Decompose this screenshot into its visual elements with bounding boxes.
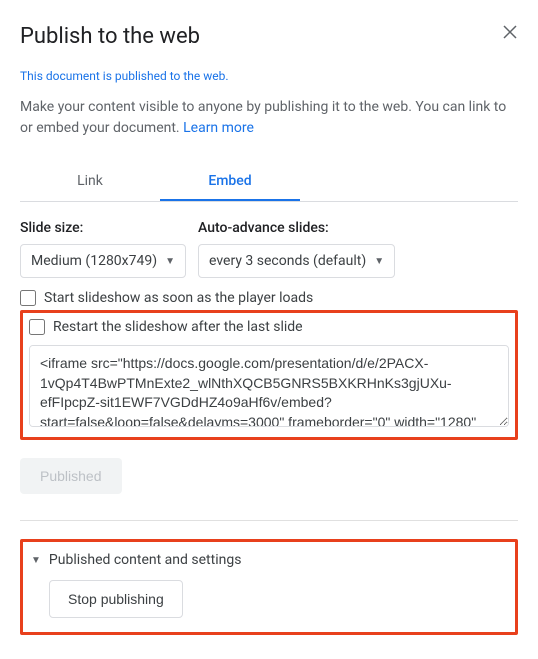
checkbox-restart-slideshow[interactable]: Restart the slideshow after the last sli… (29, 319, 509, 335)
slide-size-label: Slide size: (20, 220, 186, 236)
description-body: Make your content visible to anyone by p… (20, 99, 506, 136)
published-content-expander[interactable]: ▼ Published content and settings (31, 552, 507, 568)
tabs: Link Embed (20, 163, 518, 202)
checkbox-start-slideshow[interactable]: Start slideshow as soon as the player lo… (20, 290, 518, 306)
checkbox-restart-input[interactable] (29, 319, 45, 335)
checkbox-restart-label: Restart the slideshow after the last sli… (53, 319, 303, 335)
auto-advance-label: Auto-advance slides: (198, 220, 395, 236)
close-button[interactable] (502, 24, 518, 44)
close-icon (502, 24, 518, 40)
chevron-down-icon: ▼ (165, 256, 175, 267)
checkbox-start-input[interactable] (20, 290, 36, 306)
highlight-embed-box: Restart the slideshow after the last sli… (20, 310, 518, 440)
auto-advance-value: every 3 seconds (default) (209, 253, 366, 269)
slide-size-value: Medium (1280x749) (31, 253, 157, 269)
tab-embed[interactable]: Embed (160, 163, 300, 201)
highlight-settings-box: ▼ Published content and settings Stop pu… (20, 539, 518, 635)
checkbox-start-label: Start slideshow as soon as the player lo… (44, 290, 313, 306)
chevron-down-icon: ▼ (31, 555, 41, 566)
slide-size-dropdown[interactable]: Medium (1280x749) ▼ (20, 244, 186, 278)
dialog-title: Publish to the web (20, 24, 200, 49)
divider (20, 520, 518, 521)
learn-more-link[interactable]: Learn more (183, 120, 254, 136)
auto-advance-dropdown[interactable]: every 3 seconds (default) ▼ (198, 244, 395, 278)
stop-publishing-button[interactable]: Stop publishing (49, 580, 183, 618)
published-button: Published (20, 458, 122, 494)
chevron-down-icon: ▼ (374, 256, 384, 267)
tab-link[interactable]: Link (20, 163, 160, 201)
expander-label: Published content and settings (49, 552, 242, 568)
embed-code-textarea[interactable] (29, 345, 509, 427)
published-status-link[interactable]: This document is published to the web. (20, 69, 518, 83)
description-text: Make your content visible to anyone by p… (20, 97, 518, 139)
